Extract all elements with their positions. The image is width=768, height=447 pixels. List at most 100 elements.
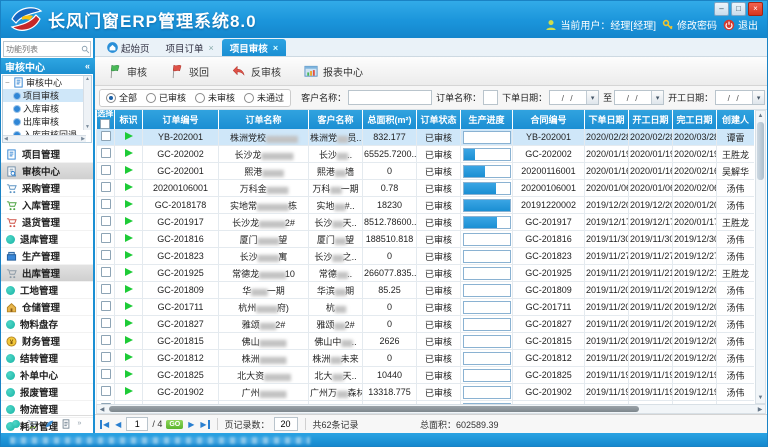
minimize-button[interactable]: –: [714, 2, 729, 16]
order-name-input[interactable]: [483, 90, 498, 105]
row-checkbox[interactable]: [101, 199, 111, 209]
tab-close-icon[interactable]: ×: [273, 43, 278, 53]
table-row[interactable]: YB-202001株洲党校▆▆▆▆▆▆株洲党▆▆员..832.177已审核YB-…: [97, 129, 755, 146]
sidebar-item[interactable]: 补单中心: [0, 367, 93, 384]
sidebar-item[interactable]: 报废管理: [0, 384, 93, 401]
table-row[interactable]: GC-201925常德龙▆▆▆▆▆10常德▆▆..266077.835..已审核…: [97, 265, 755, 282]
sidebar-item[interactable]: 生产管理: [0, 248, 93, 265]
sidebar-item[interactable]: 退库管理: [0, 231, 93, 248]
logout-button[interactable]: 退出: [723, 17, 758, 32]
start-date-input[interactable]: / /▾: [715, 90, 765, 105]
dropdown-icon[interactable]: ▾: [752, 91, 764, 104]
maximize-button[interactable]: □: [731, 2, 746, 16]
toolbar-button[interactable]: 报表中心: [299, 61, 367, 81]
prev-page-button[interactable]: ◀: [114, 420, 122, 429]
table-row[interactable]: GC-201711杭州▆▆▆▆府)杭▆▆0已审核GC-2017112019/11…: [97, 299, 755, 316]
row-checkbox[interactable]: [101, 352, 111, 362]
tab-item[interactable]: 起始页: [99, 39, 158, 56]
go-button[interactable]: GO: [166, 420, 183, 429]
horizontal-scroll-thumb[interactable]: [109, 406, 639, 412]
module-dot-icon[interactable]: [12, 420, 20, 428]
toolbar-button[interactable]: 驳回: [165, 61, 213, 81]
table-row[interactable]: GC-201825北大资▆▆▆▆▆北大▆▆天..10440已审核GC-20182…: [97, 367, 755, 384]
module-report-icon[interactable]: [44, 419, 54, 429]
table-row[interactable]: GC-201816厦门▆▆▆▆望厦门▆▆望188510.818已审核GC-201…: [97, 231, 755, 248]
vertical-scroll-thumb[interactable]: [757, 122, 764, 180]
order-date-to-input[interactable]: / /▾: [614, 90, 664, 105]
tree-item[interactable]: 入库审核: [3, 102, 91, 115]
sidebar-item[interactable]: 采购管理: [0, 180, 93, 197]
status-radio[interactable]: 已审核: [146, 91, 186, 104]
table-row[interactable]: GC-2018178实地常▆▆▆▆▆▆栋实地▆▆#..18230已审核20191…: [97, 197, 755, 214]
table-row[interactable]: GC-201823长沙▆▆▆▆寓长沙▆▆之..0已审核GC-2018232019…: [97, 248, 755, 265]
row-checkbox[interactable]: [101, 148, 111, 158]
select-all-checkbox[interactable]: [100, 119, 110, 129]
scroll-down-icon[interactable]: ▼: [758, 393, 764, 403]
function-search-input[interactable]: [4, 45, 80, 54]
first-page-button[interactable]: ◀: [100, 420, 110, 429]
sidebar-item[interactable]: 仓储管理: [0, 299, 93, 316]
status-radio[interactable]: 全部: [106, 91, 137, 104]
close-button[interactable]: ×: [748, 2, 763, 16]
table-row[interactable]: GC-201827雅颂▆▆▆2#雅颂▆▆2#0已审核GC-2018272019/…: [97, 316, 755, 333]
sidebar-item[interactable]: 出库管理: [0, 265, 93, 282]
row-checkbox[interactable]: [101, 301, 111, 311]
scroll-right-icon[interactable]: ▶: [755, 406, 765, 413]
status-radio[interactable]: 未通过: [244, 91, 284, 104]
table-row[interactable]: GC-202002长沙龙▆▆▆▆▆▆长沙▆▆..65525.7200..已审核G…: [97, 146, 755, 163]
sidebar-item[interactable]: 审核中心: [0, 163, 93, 180]
row-checkbox[interactable]: [101, 250, 111, 260]
function-search-box[interactable]: [3, 41, 91, 57]
more-modules-icon[interactable]: »: [78, 420, 82, 427]
tab-close-icon[interactable]: ×: [209, 43, 214, 53]
dropdown-icon[interactable]: ▾: [586, 91, 598, 104]
table-row[interactable]: GC-202001熙港▆▆▆▆熙港▆▆墙0已审核202001160012020/…: [97, 163, 755, 180]
sidebar-item[interactable]: 退货管理: [0, 214, 93, 231]
sidebar-item[interactable]: 入库管理: [0, 197, 93, 214]
order-date-from-input[interactable]: / /▾: [549, 90, 599, 105]
sidebar-item[interactable]: 物料盘存: [0, 316, 93, 333]
tree-item[interactable]: 项目审核: [3, 89, 91, 102]
table-horizontal-scrollbar[interactable]: ◀ ▶: [96, 404, 766, 414]
row-checkbox[interactable]: [101, 369, 111, 379]
last-page-button[interactable]: ▶: [199, 420, 209, 429]
row-checkbox[interactable]: [101, 182, 111, 192]
status-radio[interactable]: 未审核: [195, 91, 235, 104]
toolbar-button[interactable]: 反审核: [227, 61, 285, 81]
row-checkbox[interactable]: [101, 318, 111, 328]
row-checkbox[interactable]: [101, 284, 111, 294]
module-doc-icon[interactable]: [61, 419, 71, 429]
row-checkbox[interactable]: [101, 267, 111, 277]
scroll-left-icon[interactable]: ◀: [97, 406, 107, 413]
tree-item[interactable]: 出库审核: [3, 115, 91, 128]
row-checkbox[interactable]: [101, 233, 111, 243]
tree-root[interactable]: −审核中心: [3, 76, 91, 89]
row-checkbox[interactable]: [101, 335, 111, 345]
module-cart-icon[interactable]: [27, 419, 37, 429]
row-checkbox[interactable]: [101, 165, 111, 175]
customer-name-input[interactable]: [348, 90, 432, 105]
dropdown-icon[interactable]: ▾: [651, 91, 663, 104]
row-checkbox[interactable]: [101, 131, 111, 141]
table-row[interactable]: GC-201809华▆▆▆一期华滨▆▆期85.25已审核GC-201809201…: [97, 282, 755, 299]
table-row[interactable]: 20200106001万科金▆▆▆▆万科▆▆一期0.78已审核202001060…: [97, 180, 755, 197]
tree-vertical-scrollbar[interactable]: ▲▼: [83, 76, 91, 130]
next-page-button[interactable]: ▶: [187, 420, 195, 429]
row-checkbox[interactable]: [101, 386, 111, 396]
scroll-up-icon[interactable]: ▲: [758, 111, 764, 121]
sidebar-item[interactable]: 项目管理: [0, 146, 93, 163]
table-row[interactable]: GC-201812株洲▆▆▆▆▆株洲▆▆未来0已审核GC-2018122019/…: [97, 350, 755, 367]
tree-horizontal-scrollbar[interactable]: ◀▶: [3, 135, 86, 142]
sidebar-item[interactable]: 结转管理: [0, 350, 93, 367]
table-vertical-scrollbar[interactable]: ▲ ▼: [755, 110, 766, 404]
tab-active[interactable]: 项目审核×: [222, 39, 286, 56]
table-row[interactable]: GC-201815佛山▆▆▆▆▆佛山中▆▆..2626已审核GC-2018152…: [97, 333, 755, 350]
page-number-input[interactable]: [126, 417, 148, 431]
table-row[interactable]: GC-201917长沙龙▆▆▆▆▆2#长沙▆▆天..8512.78600..已审…: [97, 214, 755, 231]
sidebar-item[interactable]: 工地管理: [0, 282, 93, 299]
tree-expand-icon[interactable]: −: [5, 78, 11, 87]
toolbar-button[interactable]: 审核: [103, 61, 151, 81]
collapse-panel-icon[interactable]: «: [85, 61, 90, 71]
table-row[interactable]: GC-201902广州▆▆▆▆▆广州万▆▆森林13318.775已审核GC-20…: [97, 384, 755, 401]
row-checkbox[interactable]: [101, 216, 111, 226]
